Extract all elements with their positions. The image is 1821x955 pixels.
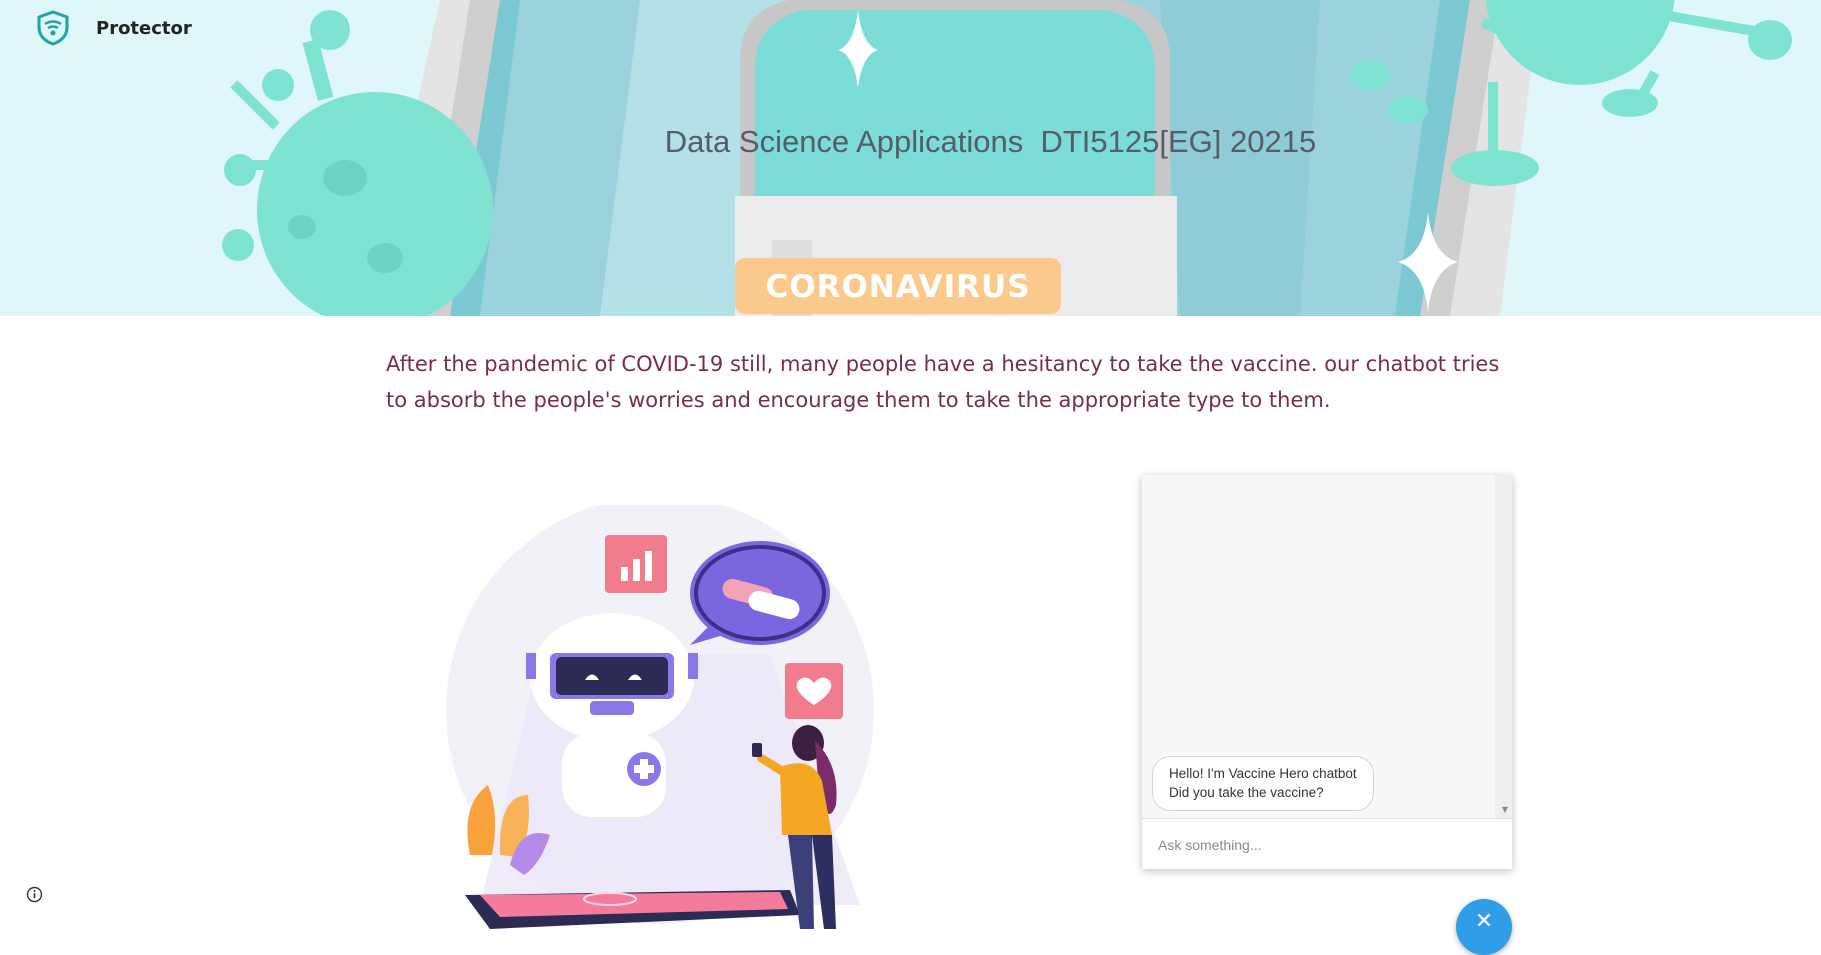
- hero-title: Data Science Applications DTI5125[EG] 20…: [664, 124, 1317, 159]
- brand[interactable]: Protector: [36, 10, 192, 46]
- close-icon: ✕: [1474, 909, 1494, 934]
- chat-widget: ▼ Hello! I'm Vaccine Hero chatbot Did yo…: [1142, 475, 1512, 869]
- chat-scrollbar[interactable]: ▼: [1495, 475, 1512, 818]
- info-icon[interactable]: [26, 886, 43, 903]
- brand-name: Protector: [96, 17, 192, 39]
- chat-input[interactable]: [1156, 832, 1490, 858]
- shield-icon: [37, 10, 69, 46]
- coronavirus-badge: CORONAVIRUS: [735, 258, 1061, 314]
- bot-message: Hello! I'm Vaccine Hero chatbot Did you …: [1152, 756, 1374, 811]
- chat-toggle-button[interactable]: ✕: [1456, 899, 1512, 955]
- chatbot-illustration: [446, 505, 874, 929]
- intro-text: After the pandemic of COVID-19 still, ma…: [386, 352, 1500, 412]
- scroll-down-icon[interactable]: ▼: [1502, 805, 1508, 814]
- chat-input-bar: [1142, 818, 1512, 869]
- hero-banner: Protector Data Science Applications DTI5…: [0, 0, 1821, 316]
